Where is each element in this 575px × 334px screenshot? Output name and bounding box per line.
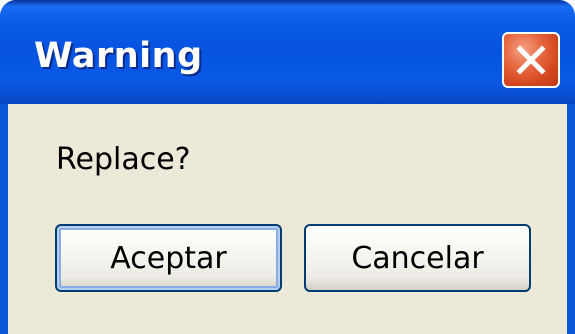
warning-dialog-window: Warning Replace? Aceptar Cancelar xyxy=(0,0,575,334)
close-x-icon xyxy=(516,45,546,75)
title-bar[interactable]: Warning xyxy=(0,0,575,104)
close-button[interactable] xyxy=(502,32,560,88)
accept-button[interactable]: Aceptar xyxy=(55,224,282,292)
dialog-body xyxy=(8,104,567,334)
dialog-message: Replace? xyxy=(56,142,191,177)
cancel-button[interactable]: Cancelar xyxy=(304,224,531,292)
window-title: Warning xyxy=(34,36,203,76)
